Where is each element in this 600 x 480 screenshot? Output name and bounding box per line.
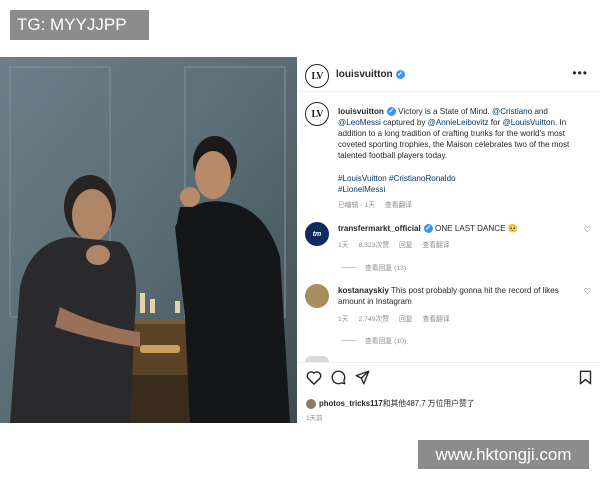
verified-icon: ✓ <box>423 224 433 234</box>
share-icon[interactable] <box>355 370 370 385</box>
account-header[interactable]: louisvuitton ✓ <box>336 69 405 80</box>
comment-1-meta: 1天 8,323次赞 回复 查看翻译 <box>338 239 458 249</box>
comment-1-view-replies-label[interactable]: 查看回复 (13) <box>365 262 406 272</box>
comment-2-view-replies[interactable]: 查看回复 (10) <box>341 335 406 345</box>
comment-2-reply[interactable]: 回复 <box>399 316 413 323</box>
comment-1-view-replies[interactable]: 查看回复 (13) <box>341 262 406 272</box>
caption-text-3: captured by <box>383 118 426 127</box>
mention-annieleibovitz[interactable]: @AnnieLeibovitz <box>428 118 489 127</box>
mention-louisvuitton[interactable]: @LouisVuitton. <box>502 118 557 127</box>
caption-avatar[interactable]: LV <box>305 102 329 126</box>
replies-line <box>341 339 357 341</box>
caption-meta: 已编辑 · 1天 查看翻译 <box>338 199 420 209</box>
hashtag-cristianoronaldo[interactable]: #CristianoRonaldo <box>389 174 456 183</box>
caption-edited-time: 已编辑 · 1天 <box>338 202 376 209</box>
header-divider <box>297 91 600 92</box>
comment-1-text: ONE LAST DANCE 🥺 <box>435 224 518 233</box>
comment-1-translate[interactable]: 查看翻译 <box>422 242 449 249</box>
bookmark-icon[interactable] <box>579 370 592 385</box>
comment-2-translate[interactable]: 查看翻译 <box>422 316 449 323</box>
caption-text-1: Victory is a State of Mind. <box>398 107 490 116</box>
account-avatar[interactable]: LV <box>305 64 329 88</box>
comment-2: kostanayskiy This post probably gonna hi… <box>338 285 586 307</box>
post-photo[interactable] <box>0 57 297 423</box>
comment-2-view-replies-label[interactable]: 查看回复 (10) <box>365 335 406 345</box>
comment-1-username[interactable]: transfermarkt_official <box>338 224 421 233</box>
verified-icon: ✓ <box>395 69 405 79</box>
heart-icon[interactable] <box>306 370 322 385</box>
comment-2-username[interactable]: kostanayskiy <box>338 286 389 295</box>
more-icon[interactable]: ••• <box>572 66 588 80</box>
verified-icon: ✓ <box>386 107 396 117</box>
site-watermark: www.hktongji.com <box>418 440 589 469</box>
comment-2-meta: 1天 2,749次赞 回复 查看翻译 <box>338 313 458 323</box>
post-time: 1天前 <box>306 415 323 422</box>
post-caption: louisvuitton ✓ Victory is a State of Mind… <box>338 106 591 161</box>
comment-2-time: 1天 <box>338 316 349 323</box>
liker-username[interactable]: photos_tricks117 <box>319 399 383 408</box>
comment-1-like-icon[interactable]: ♡ <box>584 225 591 234</box>
caption-translate-link[interactable]: 查看翻译 <box>385 202 412 209</box>
comment-1-time: 1天 <box>338 242 349 249</box>
caption-text-4: for <box>490 118 501 127</box>
telegram-badge: TG: MYYJJPP <box>10 10 149 40</box>
comment-1-reply[interactable]: 回复 <box>399 242 413 249</box>
replies-line <box>341 266 357 268</box>
account-name[interactable]: louisvuitton <box>336 69 393 80</box>
post-photo-illustration <box>0 57 297 423</box>
hashtag-lionelmessi[interactable]: #LionelMessi <box>338 185 385 194</box>
caption-text-2: and <box>534 107 548 116</box>
comment-2-likes[interactable]: 2,749次赞 <box>358 316 389 323</box>
caption-username[interactable]: louisvuitton <box>338 107 384 116</box>
hashtag-louisvuitton[interactable]: #LouisVuitton <box>338 174 387 183</box>
comment-icon[interactable] <box>331 370 346 385</box>
likes-summary[interactable]: photos_tricks117 和其他487.7 万位用户赞了 <box>306 398 475 409</box>
transfermarkt-avatar[interactable]: tm <box>305 222 329 246</box>
comment-2-like-icon[interactable]: ♡ <box>584 287 591 296</box>
comment-1: transfermarkt_official ✓ ONE LAST DANCE 🥺 <box>338 223 586 234</box>
kostanayskiy-avatar[interactable] <box>305 284 329 308</box>
mention-cristiano[interactable]: @Cristiano <box>492 107 532 116</box>
comment-1-likes[interactable]: 8,323次赞 <box>358 242 389 249</box>
likes-count-text[interactable]: 和其他487.7 万位用户赞了 <box>383 398 475 409</box>
liker-avatar[interactable] <box>306 398 316 409</box>
post-panel: LV louisvuitton ✓ ••• LV louisvuitton ✓ Vi… <box>297 57 600 423</box>
mention-leomessi[interactable]: @LeoMessi <box>338 118 381 127</box>
actions-divider <box>297 362 600 363</box>
hashtags: #LouisVuitton #CristianoRonaldo #LionelM… <box>338 173 588 195</box>
